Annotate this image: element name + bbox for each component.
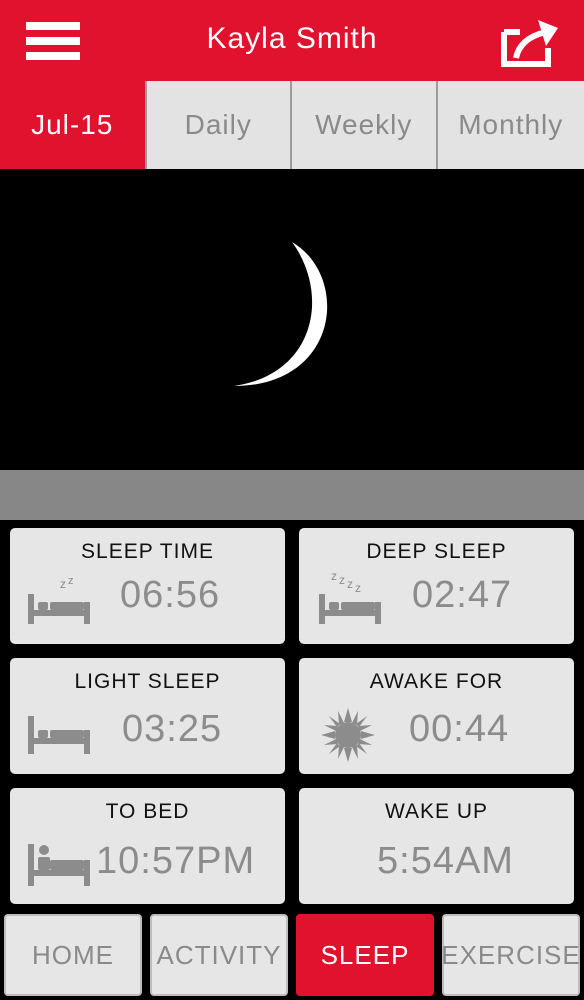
divider-band — [0, 470, 584, 520]
tab-date[interactable]: Jul-15 — [0, 81, 145, 169]
share-export-icon[interactable] — [500, 18, 564, 68]
stat-card-awake-for: AWAKE FOR 00:44 — [299, 658, 574, 774]
person-in-bed-icon — [28, 844, 90, 886]
stat-value: 00:44 — [409, 708, 510, 750]
svg-text:z: z — [68, 575, 74, 587]
sun-icon — [321, 708, 375, 762]
svg-text:z: z — [339, 573, 345, 587]
stat-label: SLEEP TIME — [81, 540, 214, 563]
svg-text:z: z — [331, 569, 337, 583]
bottom-navigation: HOME ACTIVITY SLEEP EXERCISE — [0, 910, 584, 1000]
bed-icon — [28, 716, 90, 754]
stat-label: TO BED — [105, 800, 190, 823]
stat-value: 5:54AM — [377, 840, 514, 882]
sleep-stats-grid: SLEEP TIME z z 06:56 DEEP SLEEP z z z z … — [0, 520, 584, 910]
stat-value: 02:47 — [412, 574, 513, 616]
app-header: Kayla Smith — [0, 0, 584, 81]
crescent-moon-icon — [234, 242, 328, 386]
stat-value: 03:25 — [122, 708, 223, 750]
nav-sleep-button[interactable]: SLEEP — [296, 914, 434, 996]
stat-value: 10:57PM — [96, 840, 256, 882]
page-title: Kayla Smith — [206, 22, 378, 55]
bed-zz-icon: z z — [28, 575, 90, 624]
nav-home-button[interactable]: HOME — [4, 914, 142, 996]
nav-activity-button[interactable]: ACTIVITY — [150, 914, 288, 996]
svg-text:z: z — [60, 577, 66, 591]
tab-daily[interactable]: Daily — [146, 81, 290, 169]
stat-label: DEEP SLEEP — [366, 540, 507, 563]
stat-card-to-bed: TO BED 10:57PM — [10, 788, 285, 904]
stat-value: 06:56 — [120, 574, 221, 616]
stat-card-wake-up: WAKE UP 5:54AM — [299, 788, 574, 904]
svg-text:z: z — [347, 577, 353, 591]
tab-weekly[interactable]: Weekly — [292, 81, 436, 169]
stat-label: WAKE UP — [384, 800, 489, 823]
nav-exercise-button[interactable]: EXERCISE — [441, 914, 580, 996]
stat-label: LIGHT SLEEP — [74, 670, 221, 693]
stat-card-light-sleep: LIGHT SLEEP 03:25 — [10, 658, 285, 774]
date-range-tabs: Jul-15 Daily Weekly Monthly — [0, 81, 584, 169]
tab-monthly[interactable]: Monthly — [437, 81, 584, 169]
stat-card-sleep-time: SLEEP TIME z z 06:56 — [10, 528, 285, 644]
stat-label: AWAKE FOR — [369, 670, 504, 693]
stat-card-deep-sleep: DEEP SLEEP z z z z 02:47 — [299, 528, 574, 644]
bed-zzzz-icon: z z z z — [319, 569, 381, 624]
svg-text:z: z — [355, 581, 361, 595]
